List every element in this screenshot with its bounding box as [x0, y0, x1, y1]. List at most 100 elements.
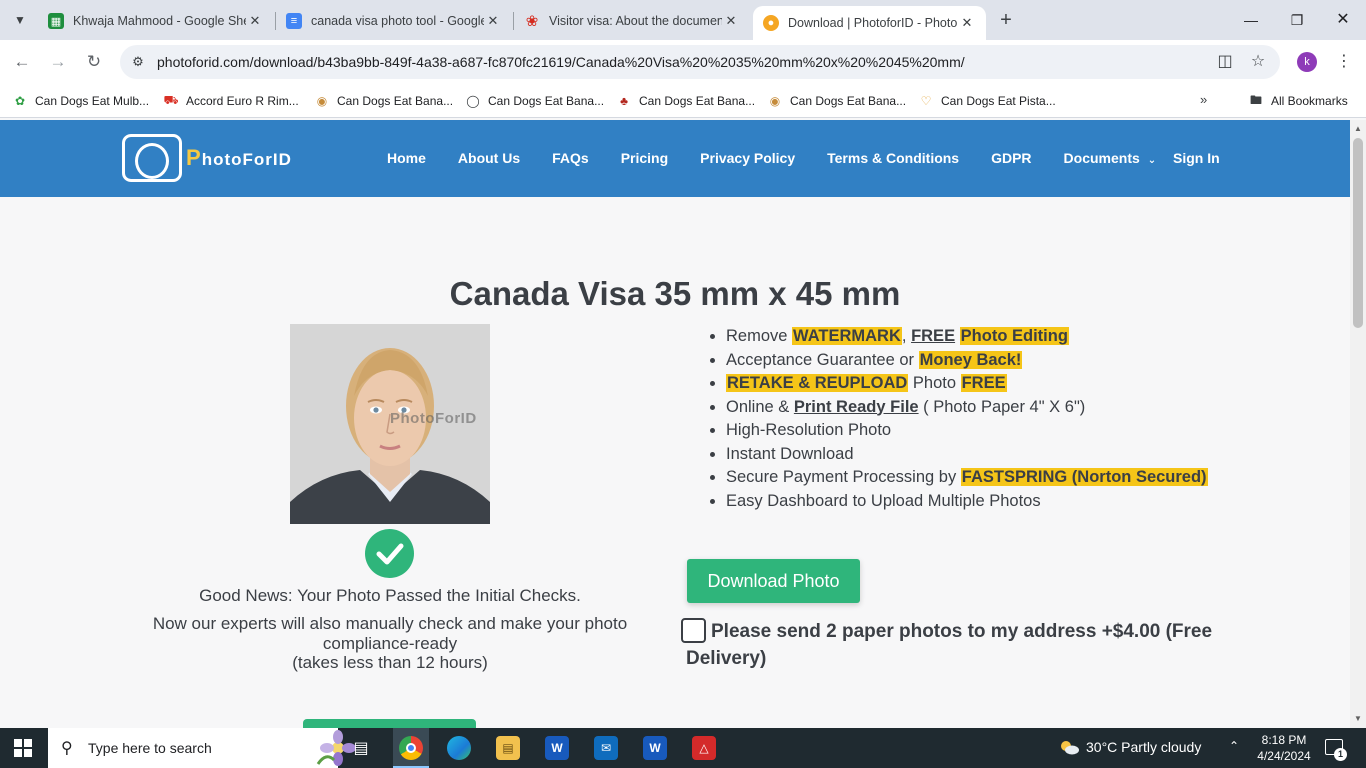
tab-google-sheets[interactable]: ▦ Khwaja Mahmood - Google Sheets ✕ [38, 6, 274, 36]
bookmark-item[interactable]: ◯ Can Dogs Eat Bana... [465, 92, 604, 110]
chevron-down-icon: ⌄ [1147, 155, 1157, 166]
paper-photos-option[interactable]: Please send 2 paper photos to my address… [681, 618, 1241, 672]
tab-search-button[interactable]: ▼ [6, 7, 34, 33]
site-logo[interactable]: PhotoForID [122, 134, 292, 182]
nav-privacy-policy[interactable]: Privacy Policy [700, 150, 795, 166]
bookmark-label: Can Dogs Eat Bana... [488, 94, 605, 108]
close-window-button[interactable]: ✕ [1328, 8, 1358, 32]
chrome-icon[interactable] [399, 736, 423, 760]
bookmark-item[interactable]: ⛟ Accord Euro R Rim... [163, 92, 298, 110]
tab-title: Visitor visa: About the documents [549, 14, 722, 28]
experts-line1: Now our experts will also manually check… [152, 614, 628, 653]
back-button[interactable]: ← [10, 50, 34, 74]
partly-cloudy-icon [1061, 741, 1079, 755]
task-view-icon[interactable]: ▤ [349, 736, 373, 760]
forward-button[interactable]: → [46, 50, 70, 74]
sheets-icon: ▦ [48, 13, 64, 29]
tab-photoforid-active[interactable]: ● Download | PhotoforID - Photo ✕ [753, 6, 986, 40]
page-title: Canada Visa 35 mm x 45 mm [449, 275, 901, 312]
install-app-icon[interactable]: ◫ [1215, 52, 1235, 72]
experts-review-message: Now our experts will also manually check… [130, 614, 650, 673]
bookmark-item[interactable]: ✿ Can Dogs Eat Mulb... [12, 92, 149, 110]
sign-in-link[interactable]: Sign In [1173, 150, 1220, 166]
file-explorer-icon[interactable]: ▤ [496, 736, 520, 760]
weather-widget[interactable]: 30°C Partly cloudy [1058, 739, 1201, 755]
feature-item: Instant Download [726, 443, 1208, 467]
bookmark-item[interactable]: ◉ Can Dogs Eat Bana... [767, 92, 906, 110]
paper-option-label: Please send 2 paper photos to my address… [711, 621, 1213, 642]
close-tab-icon[interactable]: ✕ [484, 13, 502, 29]
bookmark-item[interactable]: ◉ Can Dogs Eat Bana... [314, 92, 453, 110]
browser-menu-icon[interactable]: ⋮ [1334, 50, 1354, 74]
paper-photos-checkbox[interactable] [681, 618, 706, 643]
feature-item: Acceptance Guarantee or Money Back! [726, 349, 1208, 373]
docs-icon: ≡ [286, 13, 302, 29]
windows-start-icon[interactable] [14, 739, 32, 757]
site-info-icon[interactable]: ⚙ [128, 52, 148, 72]
notification-count-badge: 1 [1334, 748, 1347, 761]
clock-time: 8:18 PM [1261, 733, 1307, 747]
word-icon-2[interactable]: W [643, 736, 667, 760]
windows-taskbar: ⚲ Type here to search ▤ ▤ W ✉ W △ 30°C P… [0, 728, 1366, 768]
clock-date: 4/24/2024 [1257, 749, 1311, 763]
address-bar[interactable]: ⚙ photoforid.com/download/b43ba9bb-849f-… [120, 45, 1280, 79]
partial-green-button[interactable] [303, 719, 476, 728]
experts-line2: (takes less than 12 hours) [292, 653, 488, 672]
tab-google-docs[interactable]: ≡ canada visa photo tool - Google Docs ✕ [276, 6, 512, 36]
bookmark-star-icon[interactable]: ☆ [1248, 52, 1268, 72]
tab-title: Khwaja Mahmood - Google Sheets [73, 14, 246, 28]
url-text[interactable]: photoforid.com/download/b43ba9bb-849f-4a… [157, 54, 965, 70]
nav-documents-label: Documents [1063, 150, 1140, 166]
bookmarks-bar: ✿ Can Dogs Eat Mulb... ⛟ Accord Euro R R… [0, 84, 1366, 118]
nav-pricing[interactable]: Pricing [621, 150, 668, 166]
bookmark-item[interactable]: ♣ Can Dogs Eat Bana... [616, 92, 755, 110]
profile-avatar[interactable]: k [1297, 52, 1317, 72]
system-clock[interactable]: 8:18 PM 4/24/2024 [1254, 732, 1314, 764]
tab-title: canada visa photo tool - Google Docs [311, 14, 484, 28]
all-bookmarks-button[interactable]: 🖿 All Bookmarks [1248, 92, 1348, 110]
new-tab-button[interactable]: + [994, 8, 1018, 32]
close-tab-icon[interactable]: ✕ [722, 13, 740, 29]
nav-terms-conditions[interactable]: Terms & Conditions [827, 150, 959, 166]
main-nav: Home About Us FAQs Pricing Privacy Polic… [387, 150, 1156, 166]
word-icon[interactable]: W [545, 736, 569, 760]
feature-item: Easy Dashboard to Upload Multiple Photos [726, 490, 1208, 514]
bookmark-label: Can Dogs Eat Bana... [337, 94, 454, 108]
page-viewport: PhotoForID Home About Us FAQs Pricing Pr… [0, 120, 1350, 728]
dog-icon: ◉ [769, 94, 781, 108]
nav-documents[interactable]: Documents ⌄ [1064, 150, 1157, 166]
camera-brain-icon [122, 134, 182, 182]
reload-button[interactable]: ↻ [82, 50, 106, 74]
show-hidden-icons-icon[interactable]: ⌃ [1229, 739, 1239, 753]
nav-faqs[interactable]: FAQs [552, 150, 589, 166]
bookmark-label: Can Dogs Eat Bana... [790, 94, 907, 108]
feature-item: High-Resolution Photo [726, 419, 1208, 443]
acrobat-icon[interactable]: △ [692, 736, 716, 760]
passport-photo-preview: PhotoForID [290, 324, 490, 524]
site-header: PhotoForID Home About Us FAQs Pricing Pr… [0, 120, 1350, 197]
nav-gdpr[interactable]: GDPR [991, 150, 1031, 166]
tab-visitor-visa[interactable]: ❀ Visitor visa: About the documents ✕ [514, 6, 750, 36]
bookmark-label: Can Dogs Eat Mulb... [35, 94, 150, 108]
scroll-down-icon[interactable]: ▼ [1350, 714, 1366, 723]
taskbar-search-box[interactable]: ⚲ Type here to search [48, 728, 356, 768]
scrollbar-thumb[interactable] [1353, 138, 1363, 328]
download-photo-button[interactable]: Download Photo [687, 559, 860, 603]
restore-button[interactable]: ❐ [1282, 8, 1312, 32]
photo-watermark: PhotoForID [390, 410, 477, 427]
more-bookmarks-icon[interactable]: » [1200, 92, 1207, 107]
mail-icon[interactable]: ✉ [594, 736, 618, 760]
close-tab-icon[interactable]: ✕ [246, 13, 264, 29]
heart-icon: ♡ [920, 94, 932, 108]
edge-icon[interactable] [447, 736, 471, 760]
dog-icon: ◉ [316, 94, 328, 108]
leaf-icon: ✿ [14, 94, 26, 108]
nav-home[interactable]: Home [387, 150, 426, 166]
feature-item: RETAKE & REUPLOAD Photo FREE [726, 372, 1208, 396]
bookmark-item[interactable]: ♡ Can Dogs Eat Pista... [918, 92, 1056, 110]
minimize-button[interactable]: — [1236, 8, 1266, 32]
close-tab-icon[interactable]: ✕ [958, 15, 976, 31]
nav-about-us[interactable]: About Us [458, 150, 520, 166]
scroll-up-icon[interactable]: ▲ [1350, 124, 1366, 133]
page-scrollbar[interactable]: ▲ ▼ [1350, 120, 1366, 728]
